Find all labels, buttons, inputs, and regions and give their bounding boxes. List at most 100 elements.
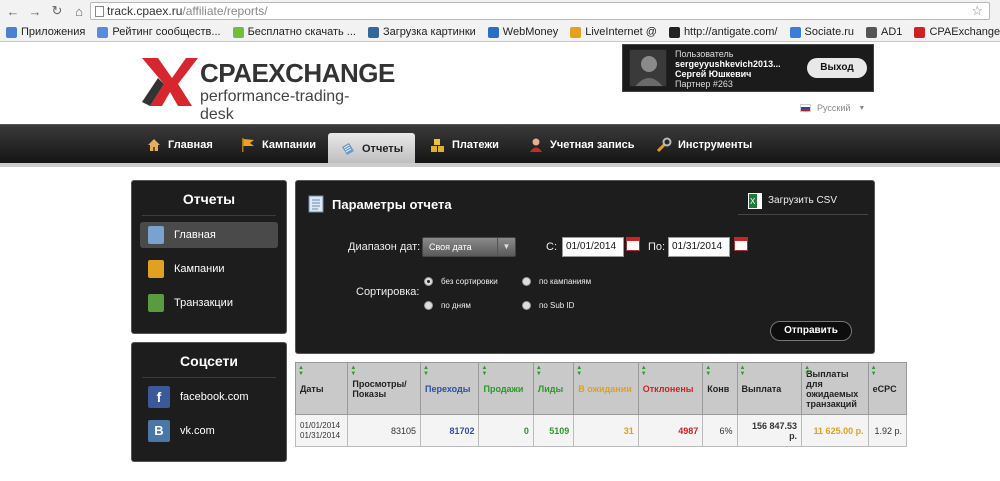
table-header-cell[interactable]: ▲ ▼ В ожидании [573, 362, 639, 415]
sort-arrows-icon[interactable]: ▲ ▼ [740, 365, 746, 377]
bookmark-item[interactable]: http://antigate.com/ [668, 26, 778, 38]
facebook-icon: f [148, 386, 170, 408]
bookmark-item[interactable]: Загрузка картинки [367, 26, 476, 38]
chevron-down-icon: ▼ [497, 238, 515, 256]
sort-label: Сортировка: [356, 286, 420, 298]
params-title-text: Параметры отчета [332, 196, 452, 212]
table-header-cell[interactable]: ▲ ▼ Продажи [478, 362, 534, 415]
language-select[interactable]: Русский ▼ [800, 103, 865, 113]
back-icon[interactable]: ← [4, 2, 22, 20]
user-login: sergeyyushkevich2013... [675, 59, 781, 69]
bookmark-item[interactable]: CPAExchange [914, 26, 1000, 38]
table-header-label: eCPC [872, 383, 897, 394]
cell-rejected: 4987 [637, 414, 704, 447]
nav-item-label: Кампании [262, 139, 317, 151]
sort-arrows-icon[interactable]: ▲ ▼ [804, 365, 810, 377]
nav-underline [0, 163, 1000, 167]
sort-arrows-icon[interactable]: ▲ ▼ [871, 365, 877, 377]
address-bar[interactable]: track.cpaex.ru/affiliate/reports/ ☆ [90, 2, 990, 20]
forward-icon[interactable]: → [26, 2, 44, 20]
table-header-cell[interactable]: ▲ ▼ eCPC [867, 362, 908, 415]
logout-button[interactable]: Выход [807, 58, 867, 78]
calendar-icon[interactable] [626, 237, 640, 251]
table-header-cell[interactable]: ▲ ▼ Отклонены [637, 362, 704, 415]
home-page-icon[interactable]: ⌂ [70, 2, 88, 20]
table-header-cell[interactable]: ▲ ▼ Переходы [420, 362, 480, 415]
report-icon [342, 142, 354, 155]
user-label: Пользователь [675, 49, 734, 59]
sort-option-days[interactable]: по дням [424, 301, 471, 310]
nav-item-campaigns[interactable]: Кампании [240, 131, 316, 159]
nav-item-reports[interactable]: Отчеты [328, 133, 416, 164]
sidebar-item-main[interactable]: Главная [140, 222, 278, 248]
sort-arrows-icon[interactable]: ▲ ▼ [576, 365, 582, 377]
sidebar-social-title: Соцсети [180, 353, 238, 369]
radio-icon [424, 277, 433, 286]
table-header-label: В ожидании [578, 383, 632, 394]
bookmark-item[interactable]: WebMoney [487, 26, 558, 38]
social-link-vk[interactable]: B vk.com [140, 418, 278, 444]
table-header-cell[interactable]: ▲ ▼ Даты [294, 362, 349, 415]
sort-arrows-icon[interactable]: ▲ ▼ [705, 365, 711, 377]
sort-arrows-icon[interactable]: ▲ ▼ [641, 365, 647, 377]
radio-icon [522, 277, 531, 286]
browser-toolbar: ← → ↻ ⌂ track.cpaex.ru/affiliate/reports… [0, 0, 1000, 22]
sort-option-none[interactable]: без сортировки [424, 277, 498, 286]
to-date-input[interactable]: 01/31/2014 [668, 237, 730, 257]
from-date-input[interactable]: 01/01/2014 [562, 237, 624, 257]
bookmark-item[interactable]: AD1 [866, 26, 902, 38]
nav-item-payments[interactable]: Платежи [430, 131, 499, 159]
sort-arrows-icon[interactable]: ▲ ▼ [298, 365, 304, 377]
to-label: По: [648, 241, 666, 253]
table-header-label: Продажи [483, 383, 524, 394]
logo-x-icon [142, 58, 198, 106]
avatar [629, 49, 667, 87]
submit-button[interactable]: Отправить [770, 321, 852, 341]
download-csv-button[interactable]: X Загрузить CSV [738, 187, 868, 215]
bookmark-icon [914, 26, 926, 38]
bookmark-item[interactable]: Sociate.ru [789, 26, 854, 38]
sort-option-campaigns[interactable]: по кампаниям [522, 277, 591, 286]
sort-option-subid[interactable]: по Sub ID [522, 301, 574, 310]
sort-arrows-icon[interactable]: ▲ ▼ [481, 365, 487, 377]
sidebar-item-campaigns[interactable]: Кампании [140, 256, 278, 282]
table-header-cell[interactable]: ▲ ▼ Выплата [736, 362, 803, 415]
nav-item-label: Отчеты [362, 142, 404, 155]
table-header-cell[interactable]: ▲ ▼ Конв [702, 362, 738, 415]
table-header-cell[interactable]: ▲ ▼ Выплаты для ожидаемых транзакций [801, 362, 869, 415]
bookmark-item[interactable]: Рейтинг сообществ... [97, 26, 221, 38]
logo-name: CPAEXCHANGE [200, 58, 395, 88]
cell-sales: 0 [478, 414, 534, 447]
bookmark-item[interactable]: LiveInternet @ [570, 26, 657, 38]
bookmarks-bar: Приложения Рейтинг сообществ... Бесплатно … [0, 22, 1000, 42]
social-link-facebook[interactable]: f facebook.com [140, 384, 278, 410]
sort-arrows-icon[interactable]: ▲ ▼ [536, 365, 542, 377]
bookmark-item[interactable]: Бесплатно скачать ... [232, 26, 356, 38]
nav-item-tools[interactable]: Инструменты [656, 131, 752, 159]
bookmark-item[interactable]: Приложения [6, 26, 85, 38]
reload-icon[interactable]: ↻ [48, 2, 66, 20]
cell-leads: 5109 [532, 414, 575, 447]
nav-item-home[interactable]: Главная [146, 131, 213, 159]
bookmark-star-icon[interactable]: ☆ [971, 3, 983, 19]
date-range-select[interactable]: Своя дата ▼ [422, 237, 516, 257]
date-from: 01/01/2014 [300, 420, 341, 430]
sort-arrows-icon[interactable]: ▲ ▼ [423, 365, 429, 377]
calendar-icon[interactable] [734, 237, 748, 251]
table-header-row: ▲ ▼ Даты ▲ ▼ Просмотры/ Показы ▲ ▼ Переходы ▲ ▼ Про… [294, 362, 908, 415]
page-icon [95, 6, 104, 17]
bookmark-icon [367, 26, 379, 38]
radio-icon [522, 301, 531, 310]
site-logo[interactable]: CPAEXCHANGE performance-trading-desk [142, 58, 395, 123]
browser-chrome: ← → ↻ ⌂ track.cpaex.ru/affiliate/reports… [0, 0, 1000, 42]
table-header-label: Выплаты для ожидаемых транзакций [806, 368, 859, 409]
cell-pending-payout: 11 625.00 р. [801, 414, 869, 447]
table-header-cell[interactable]: ▲ ▼ Лиды [532, 362, 575, 415]
table-header-label: Выплата [741, 383, 782, 394]
sort-arrows-icon[interactable]: ▲ ▼ [350, 365, 356, 377]
sidebar-item-transactions[interactable]: Транзакции [140, 290, 278, 316]
bookmark-icon [487, 26, 499, 38]
table-header-cell[interactable]: ▲ ▼ Просмотры/ Показы [347, 362, 422, 415]
nav-item-account[interactable]: Учетная запись [528, 131, 635, 159]
bookmark-icon [570, 26, 582, 38]
